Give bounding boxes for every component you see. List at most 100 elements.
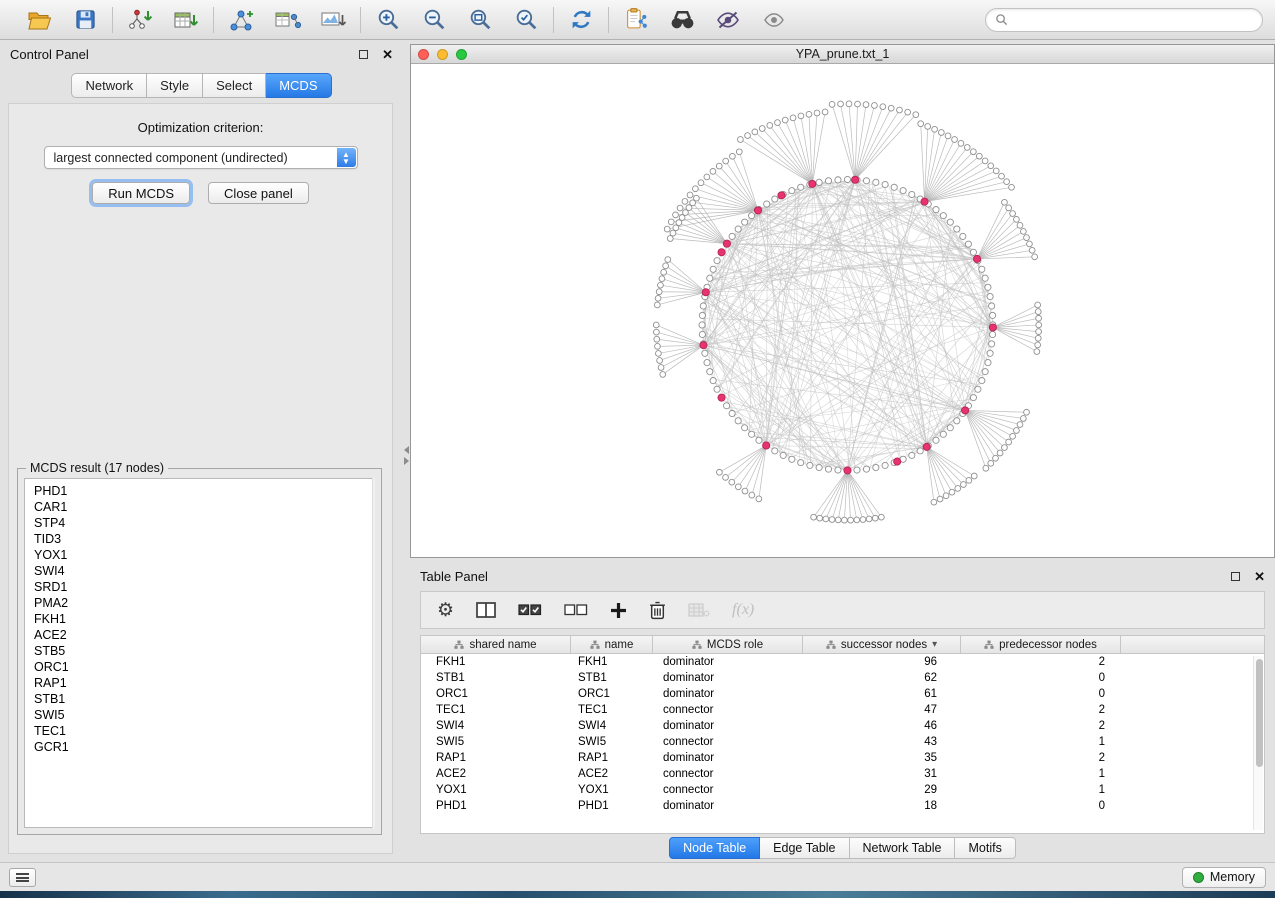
- column-header-successor-nodes[interactable]: successor nodes▾: [803, 636, 961, 653]
- show-all-button[interactable]: [759, 5, 789, 35]
- tab-node-table[interactable]: Node Table: [669, 837, 760, 859]
- close-panel-icon[interactable]: ✕: [382, 48, 393, 61]
- tab-select[interactable]: Select: [203, 73, 266, 98]
- clear-selection-button[interactable]: [564, 597, 588, 623]
- table-cell: SWI5: [421, 736, 571, 748]
- apply-layout-button[interactable]: [566, 5, 596, 35]
- run-mcds-button[interactable]: Run MCDS: [92, 182, 190, 204]
- table-row[interactable]: FKH1FKH1dominator962: [421, 654, 1264, 670]
- mcds-result-item[interactable]: YOX1: [34, 547, 374, 563]
- column-type-icon: [826, 640, 836, 650]
- mcds-result-item[interactable]: CAR1: [34, 499, 374, 515]
- mcds-result-item[interactable]: STB5: [34, 643, 374, 659]
- network-canvas[interactable]: [411, 64, 1274, 557]
- close-panel-icon[interactable]: ✕: [1254, 570, 1265, 583]
- close-window-button[interactable]: [418, 49, 429, 60]
- table-row[interactable]: SWI5SWI5connector431: [421, 734, 1264, 750]
- mcds-result-item[interactable]: ACE2: [34, 627, 374, 643]
- column-header-MCDS-role[interactable]: MCDS role: [653, 636, 803, 653]
- mcds-result-item[interactable]: PHD1: [34, 483, 374, 499]
- mcds-result-item[interactable]: SRD1: [34, 579, 374, 595]
- column-header-name[interactable]: name: [571, 636, 653, 653]
- save-session-button[interactable]: [70, 5, 100, 35]
- mcds-result-item[interactable]: TID3: [34, 531, 374, 547]
- splitter-collapse-controls[interactable]: [403, 446, 410, 465]
- hide-selected-button[interactable]: [713, 5, 743, 35]
- table-settings-button[interactable]: ⚙: [437, 597, 454, 623]
- tab-mcds[interactable]: MCDS: [266, 73, 331, 98]
- zoom-in-button[interactable]: [373, 5, 403, 35]
- column-header-shared-name[interactable]: shared name: [421, 636, 571, 653]
- zoom-out-button[interactable]: [419, 5, 449, 35]
- network-view-window: YPA_prune.txt_1: [410, 44, 1275, 558]
- table-row[interactable]: PHD1PHD1dominator180: [421, 798, 1264, 814]
- table-row[interactable]: RAP1RAP1dominator352: [421, 750, 1264, 766]
- table-row[interactable]: ACE2ACE2connector311: [421, 766, 1264, 782]
- result-list-scrollbar[interactable]: [372, 478, 375, 828]
- table-scrollbar-thumb[interactable]: [1256, 659, 1263, 767]
- mcds-result-item[interactable]: STP4: [34, 515, 374, 531]
- table-scrollbar[interactable]: [1253, 656, 1263, 830]
- table-row[interactable]: TEC1TEC1connector472: [421, 702, 1264, 718]
- collapse-right-icon[interactable]: [404, 457, 409, 465]
- tab-edge-table[interactable]: Edge Table: [760, 837, 849, 859]
- mcds-result-item[interactable]: FKH1: [34, 611, 374, 627]
- table-row[interactable]: ORC1ORC1dominator610: [421, 686, 1264, 702]
- network-view-titlebar[interactable]: YPA_prune.txt_1: [411, 45, 1274, 64]
- table-cell: dominator: [653, 800, 803, 812]
- close-panel-button[interactable]: Close panel: [208, 182, 309, 204]
- new-network-button[interactable]: [226, 5, 256, 35]
- share-clipboard-button[interactable]: [621, 5, 651, 35]
- table-cell: TEC1: [571, 704, 653, 716]
- memory-button[interactable]: Memory: [1182, 867, 1266, 888]
- mcds-result-item[interactable]: TEC1: [34, 723, 374, 739]
- select-all-button[interactable]: [518, 597, 542, 623]
- mcds-result-item[interactable]: ORC1: [34, 659, 374, 675]
- zoom-fit-button[interactable]: [465, 5, 495, 35]
- export-image-button[interactable]: [318, 5, 348, 35]
- delete-rows-button[interactable]: [649, 597, 666, 623]
- mcds-result-item[interactable]: RAP1: [34, 675, 374, 691]
- table-cell: STB1: [571, 672, 653, 684]
- float-panel-icon[interactable]: [359, 50, 368, 59]
- import-table-button[interactable]: [171, 5, 201, 35]
- table-row[interactable]: SWI4SWI4dominator462: [421, 718, 1264, 734]
- import-network-button[interactable]: [125, 5, 155, 35]
- mcds-result-item[interactable]: GCR1: [34, 739, 374, 755]
- zoom-selected-icon: [514, 7, 539, 32]
- search-input[interactable]: [1014, 13, 1253, 27]
- column-menu-arrow-icon[interactable]: ▾: [932, 639, 937, 650]
- zoom-selected-button[interactable]: [511, 5, 541, 35]
- eye-slash-icon: [715, 10, 741, 30]
- save-icon: [74, 8, 97, 31]
- tab-network-table[interactable]: Network Table: [850, 837, 956, 859]
- table-row[interactable]: STB1STB1dominator620: [421, 670, 1264, 686]
- optimization-criterion-select[interactable]: largest connected component (undirected)…: [44, 146, 358, 169]
- find-network-button[interactable]: [667, 5, 697, 35]
- panel-menu-button[interactable]: [9, 868, 36, 887]
- table-cell: dominator: [653, 656, 803, 668]
- add-row-button[interactable]: [610, 597, 627, 623]
- network-search-box[interactable]: [985, 8, 1263, 32]
- tab-network[interactable]: Network: [71, 73, 147, 98]
- vertical-splitter[interactable]: [403, 41, 410, 862]
- collapse-left-icon[interactable]: [404, 446, 409, 454]
- mcds-result-item[interactable]: SWI5: [34, 707, 374, 723]
- table-cell: dominator: [653, 752, 803, 764]
- network-graph[interactable]: [411, 64, 1274, 557]
- maximize-window-button[interactable]: [456, 49, 467, 60]
- tab-style[interactable]: Style: [147, 73, 203, 98]
- float-panel-icon[interactable]: [1231, 572, 1240, 581]
- tab-motifs[interactable]: Motifs: [955, 837, 1015, 859]
- clear-selection-icon: [564, 603, 588, 617]
- open-file-button[interactable]: [24, 5, 54, 35]
- column-header-predecessor-nodes[interactable]: predecessor nodes: [961, 636, 1121, 653]
- table-row[interactable]: YOX1YOX1connector291: [421, 782, 1264, 798]
- mcds-result-item[interactable]: PMA2: [34, 595, 374, 611]
- minimize-window-button[interactable]: [437, 49, 448, 60]
- network-from-table-button[interactable]: [272, 5, 302, 35]
- mcds-result-item[interactable]: STB1: [34, 691, 374, 707]
- mcds-result-list[interactable]: PHD1CAR1STP4TID3YOX1SWI4SRD1PMA2FKH1ACE2…: [24, 478, 375, 828]
- mcds-result-item[interactable]: SWI4: [34, 563, 374, 579]
- toggle-columns-button[interactable]: [476, 597, 496, 623]
